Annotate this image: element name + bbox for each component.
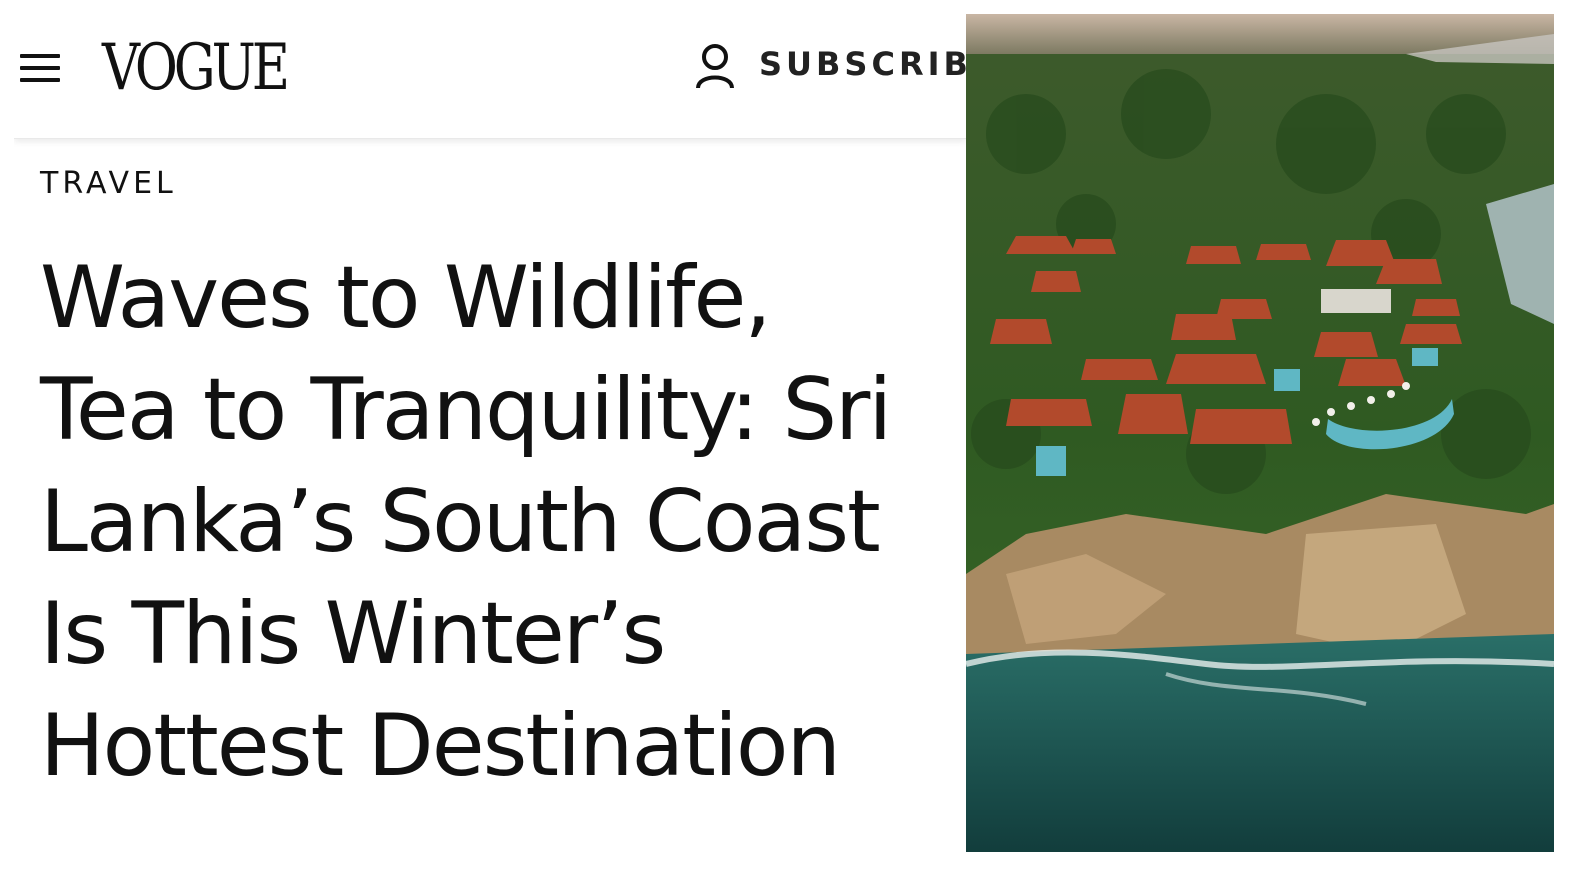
headline-line: Waves to Wildlife, — [40, 248, 772, 348]
site-header: VOGUE SUBSCRIBE — [14, 14, 966, 139]
user-icon[interactable] — [694, 42, 736, 90]
headline-line: Hottest Destination — [40, 696, 841, 796]
article-panel: VOGUE SUBSCRIBE TRAVEL Waves to Wildlife… — [14, 14, 966, 852]
hero-image[interactable] — [966, 14, 1554, 852]
article-headline[interactable]: Waves to Wildlife, Tea to Tranquility: S… — [40, 242, 966, 802]
headline-line: Lanka’s South Coast — [40, 472, 881, 572]
subscribe-link[interactable]: SUBSCRIBE — [759, 44, 966, 84]
headline-line: Tea to Tranquility: Sri — [40, 360, 892, 460]
section-label[interactable]: TRAVEL — [40, 166, 177, 202]
hamburger-menu-icon[interactable] — [20, 52, 60, 84]
vogue-logo[interactable]: VOGUE — [102, 32, 290, 104]
headline-line: Is This Winter’s — [40, 584, 666, 684]
